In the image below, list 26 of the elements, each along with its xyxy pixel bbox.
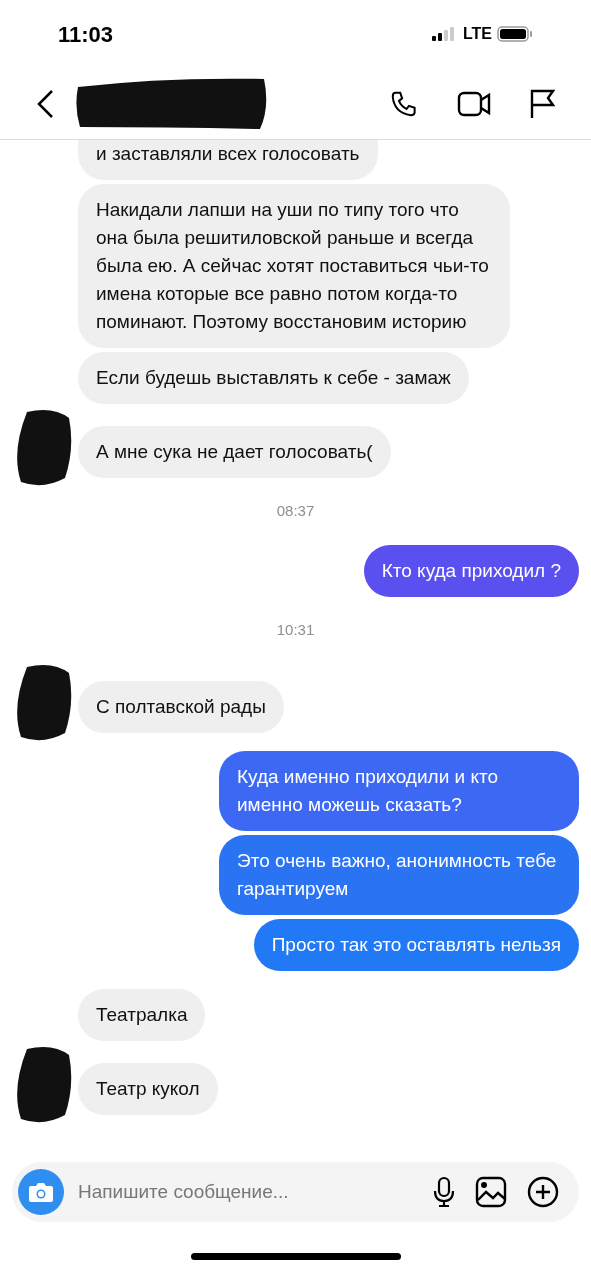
- received-message: Театр кукол: [78, 1063, 218, 1115]
- received-message: Накидали лапши на уши по типу того что она была решитиловской раньше и всегда была ею. А сейчас хотят поставиться чьи-то имена которые все равно потом когда-то поминают. Поэтому восстановим историю: [78, 184, 510, 348]
- sent-message: Куда именно приходили и кто именно можешь сказать?: [219, 751, 579, 831]
- back-icon: [36, 88, 54, 119]
- message-input[interactable]: Напишите сообщение...: [78, 1177, 433, 1207]
- received-message: Театралка: [78, 989, 206, 1041]
- sent-message: Просто так это оставлять нельзя: [253, 919, 579, 971]
- received-message: и заставляли всех голосовать: [78, 140, 378, 180]
- timestamp: 08:37: [276, 501, 315, 521]
- flag-icon[interactable]: [529, 88, 555, 119]
- message-field[interactable]: Напишите сообщение...: [12, 1162, 579, 1222]
- image-icon[interactable]: [475, 1176, 507, 1208]
- battery-icon: [497, 26, 533, 42]
- received-message: А мне сука не дает голосовать(: [78, 426, 391, 478]
- network-label: LTE: [462, 24, 492, 44]
- camera-icon: [28, 1181, 54, 1203]
- add-icon[interactable]: [527, 1176, 559, 1208]
- camera-button[interactable]: [18, 1169, 64, 1215]
- received-message: С полтавской рады: [78, 681, 284, 733]
- timestamp: 10:31: [276, 619, 315, 640]
- video-call-icon[interactable]: [457, 89, 491, 118]
- status-time: 11:03: [58, 20, 114, 49]
- microphone-icon[interactable]: [433, 1176, 455, 1208]
- sent-message: Кто куда приходил ?: [363, 544, 579, 597]
- sent-message: Это очень важно, анонимность тебе гарантируем: [219, 835, 579, 915]
- received-message: Если будешь выставлять к себе - замаж: [78, 352, 469, 404]
